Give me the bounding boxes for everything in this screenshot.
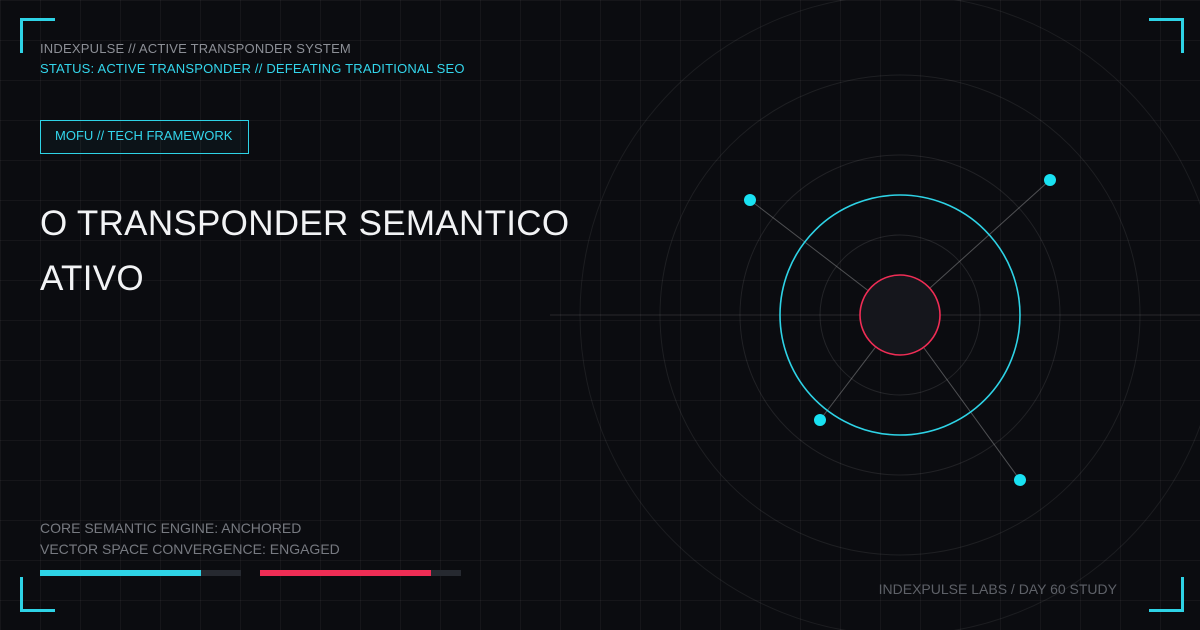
node-dot — [1014, 474, 1026, 486]
progress-fill-red — [260, 570, 431, 576]
page-title: O TRANSPONDER SEMANTICO ATIVO — [40, 196, 660, 306]
category-badge: MOFU // TECH FRAMEWORK — [40, 120, 249, 154]
progress-bar-red — [260, 570, 461, 576]
corner-bracket-bottom-left — [20, 577, 55, 612]
title-line-1: O TRANSPONDER SEMANTICO — [40, 204, 570, 243]
diagnostic-line-engine: CORE SEMANTIC ENGINE: ANCHORED — [40, 520, 302, 536]
title-line-2: ATIVO — [40, 259, 144, 298]
corner-bracket-bottom-right — [1149, 577, 1184, 612]
corner-bracket-top-right — [1149, 18, 1184, 53]
node-dot — [1044, 174, 1056, 186]
diagnostic-line-convergence: VECTOR SPACE CONVERGENCE: ENGAGED — [40, 541, 340, 557]
footer-credit: INDEXPULSE LABS / DAY 60 STUDY — [878, 581, 1117, 597]
node-dot — [814, 414, 826, 426]
system-line: INDEXPULSE // ACTIVE TRANSPONDER SYSTEM — [40, 41, 351, 56]
semantic-core — [859, 274, 941, 356]
og-card: INDEXPULSE // ACTIVE TRANSPONDER SYSTEM … — [0, 0, 1200, 630]
progress-bar-cyan — [40, 570, 241, 576]
node-dot — [744, 194, 756, 206]
progress-fill-cyan — [40, 570, 201, 576]
status-line: STATUS: ACTIVE TRANSPONDER // DEFEATING … — [40, 61, 465, 76]
